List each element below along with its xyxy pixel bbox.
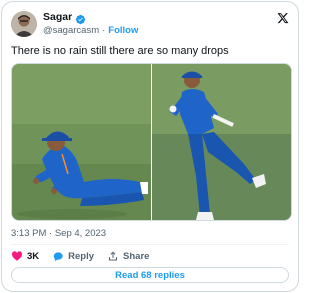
author-info: Sagar @sagarcasm · Follow [43,11,138,37]
heart-icon [11,250,23,262]
follow-button[interactable]: Follow [108,24,138,37]
share-label: Share [123,250,150,262]
reply-button[interactable]: Reply [52,250,94,262]
avatar[interactable] [11,11,37,37]
share-button[interactable]: Share [107,250,149,262]
author-handle[interactable]: @sagarcasm [43,24,99,37]
tweet-embed-card: Sagar @sagarcasm · Follow There is no ra… [1,1,299,292]
tweet-header: Sagar @sagarcasm · Follow [11,9,138,39]
read-replies-button[interactable]: Read 68 replies [11,267,289,283]
reply-label: Reply [68,250,95,262]
separator-dot: · [102,25,106,36]
tweet-media-grid[interactable] [11,63,292,221]
media-image-right[interactable] [152,64,291,220]
x-logo-icon[interactable] [277,11,289,24]
tweet-actions: 3K Reply Share [11,249,162,263]
verified-badge-icon [75,12,86,25]
like-button[interactable]: 3K [11,250,39,262]
author-handle-row: @sagarcasm · Follow [43,24,138,37]
tweet-text: There is no rain still there are so many… [11,45,229,57]
share-arrow-icon [107,250,119,262]
speech-bubble-icon [52,250,64,262]
tweet-timestamp[interactable]: 3:13 PM · Sep 4, 2023 [11,228,106,240]
like-count: 3K [27,250,40,262]
media-image-left[interactable] [12,64,151,220]
divider [11,244,289,245]
author-name-row: Sagar [43,11,138,25]
author-display-name[interactable]: Sagar [43,11,72,24]
